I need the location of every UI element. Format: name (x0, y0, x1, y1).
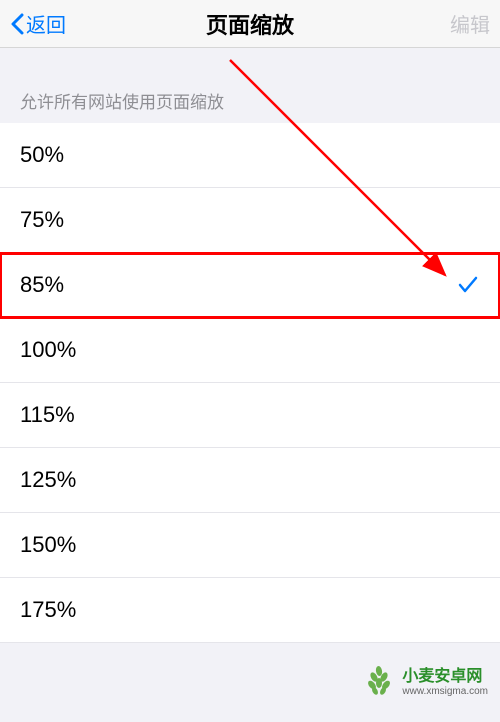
chevron-left-icon (10, 13, 24, 35)
zoom-option-100[interactable]: 100% (0, 318, 500, 383)
zoom-option-150[interactable]: 150% (0, 513, 500, 578)
checkmark-icon (456, 273, 480, 297)
section-header: 允许所有网站使用页面缩放 (0, 48, 500, 123)
zoom-option-125[interactable]: 125% (0, 448, 500, 513)
back-button[interactable]: 返回 (10, 9, 66, 38)
zoom-option-75[interactable]: 75% (0, 188, 500, 253)
zoom-option-label: 125% (20, 467, 76, 493)
zoom-option-85[interactable]: 85% (0, 253, 500, 318)
watermark-name: 小麦安卓网 (402, 668, 488, 686)
zoom-option-label: 85% (20, 272, 64, 298)
watermark: 小麦安卓网 www.xmsigma.com (362, 663, 488, 702)
zoom-option-label: 50% (20, 142, 64, 168)
zoom-level-list: 50% 75% 85% 100% 115% 125% 150% 175% (0, 123, 500, 643)
zoom-option-label: 115% (20, 402, 75, 428)
page-title: 页面缩放 (206, 8, 294, 40)
zoom-option-115[interactable]: 115% (0, 383, 500, 448)
back-label: 返回 (26, 9, 66, 38)
zoom-option-label: 75% (20, 207, 64, 233)
zoom-option-175[interactable]: 175% (0, 578, 500, 643)
zoom-option-label: 100% (20, 337, 76, 363)
edit-button[interactable]: 编辑 (450, 9, 490, 38)
zoom-option-50[interactable]: 50% (0, 123, 500, 188)
watermark-url: www.xmsigma.com (402, 686, 488, 697)
zoom-option-label: 175% (20, 597, 76, 623)
zoom-option-label: 150% (20, 532, 76, 558)
navbar: 返回 页面缩放 编辑 (0, 0, 500, 48)
wheat-logo-icon (362, 663, 396, 702)
